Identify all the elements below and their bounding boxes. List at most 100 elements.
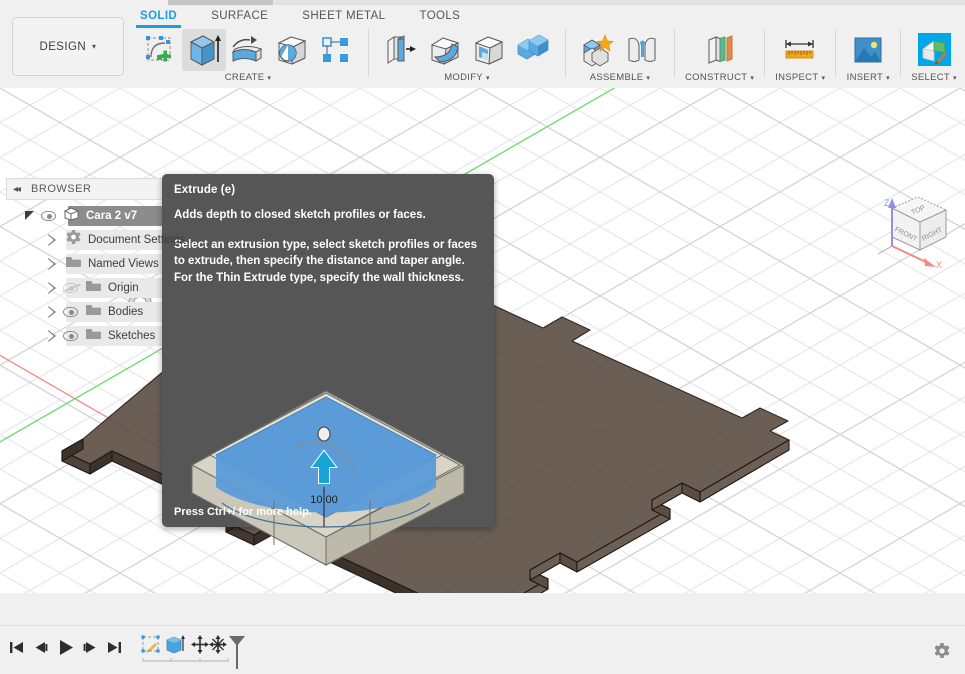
visibility-eye-icon[interactable] <box>41 209 58 223</box>
extrude-icon <box>189 35 221 66</box>
rotation-handle <box>317 426 331 442</box>
press-pull-icon <box>387 35 416 64</box>
joint-button[interactable] <box>620 29 664 71</box>
panel-divider <box>565 29 566 77</box>
select-paint-icon <box>918 33 952 66</box>
panel-inspect: INSPECT ▾ <box>769 29 831 89</box>
shell-button[interactable] <box>467 29 511 71</box>
timeline-move-copy-feature[interactable] <box>209 635 227 654</box>
ribbon: DESIGN ▾ SOLID SURFACE SHEET METAL TOOLS <box>0 5 965 88</box>
select-button[interactable] <box>912 29 956 71</box>
create-sketch-button[interactable] <box>138 29 182 71</box>
timeline-sketch-feature[interactable] <box>141 635 160 653</box>
tooltip-footer: Press Ctrl+/ for more help. <box>174 506 312 518</box>
panel-modify: MODIFY ▾ <box>373 29 561 89</box>
browser-title: BROWSER <box>31 183 92 195</box>
new-component-button[interactable] <box>576 29 620 71</box>
gear-icon <box>65 229 82 251</box>
folder-icon <box>65 255 82 274</box>
visibility-eye-icon[interactable] <box>63 305 80 319</box>
extrude-tooltip: Extrude (e) Adds depth to closed sketch … <box>162 174 494 566</box>
chevron-down-icon: ▾ <box>646 75 651 82</box>
insert-image-icon <box>854 37 882 63</box>
measure-button[interactable] <box>778 29 822 71</box>
tree-item-label: Bodies <box>108 306 144 318</box>
sweep-button[interactable] <box>270 29 314 71</box>
axis-z-label: Z <box>884 198 890 208</box>
gear-icon <box>934 643 950 658</box>
panel-construct: CONSTRUCT ▾ <box>679 29 760 89</box>
tooltip-lead: Adds depth to closed sketch profiles or … <box>174 209 426 221</box>
sweep-icon <box>277 36 307 65</box>
combine-button[interactable] <box>511 29 555 71</box>
panel-label-insert[interactable]: INSERT ▾ <box>847 72 890 83</box>
workspace-label: DESIGN <box>39 40 87 53</box>
collapse-panel-icon[interactable]: ◂◂ <box>13 184 21 195</box>
panel-divider <box>835 29 837 77</box>
revolve-button[interactable] <box>226 29 270 71</box>
chevron-down-icon: ▾ <box>750 75 755 82</box>
panel-label-modify[interactable]: MODIFY ▾ <box>444 72 490 83</box>
ribbon-panels: CREATE ▾ MODIFY ▾ ASSEMBLE ▾ CONSTRUCT ▾… <box>132 29 963 89</box>
revolve-icon <box>231 36 263 62</box>
joint-icon <box>628 37 656 62</box>
expander-expand-icon[interactable] <box>46 306 57 318</box>
panel-divider <box>764 29 766 77</box>
chevron-down-icon: ▾ <box>267 75 272 82</box>
insert-image-button[interactable] <box>846 29 890 71</box>
timeline-settings-button[interactable] <box>929 638 955 664</box>
timeline-move-feature[interactable] <box>191 635 209 654</box>
panel-create: CREATE ▾ <box>132 29 364 89</box>
view-cube[interactable]: TOP FRONT RIGHT Z X <box>872 184 962 272</box>
jump-end-button[interactable] <box>106 639 123 661</box>
tab-solid[interactable]: SOLID <box>135 7 182 28</box>
press-pull-button[interactable] <box>379 29 423 71</box>
tab-surface[interactable]: SURFACE <box>211 7 268 28</box>
workspace-switcher-button[interactable]: DESIGN ▾ <box>12 17 124 76</box>
extrude-button[interactable] <box>182 29 226 71</box>
expander-expand-icon[interactable] <box>46 234 57 246</box>
panel-label-select[interactable]: SELECT ▾ <box>911 72 957 83</box>
visibility-eye-off-icon[interactable] <box>62 281 81 295</box>
timeline-end-marker[interactable] <box>229 636 245 669</box>
timeline-playback-controls <box>8 638 123 662</box>
chevron-down-icon: ▾ <box>485 75 490 82</box>
measure-icon <box>785 40 814 59</box>
panel-label-inspect[interactable]: INSPECT ▾ <box>775 72 825 83</box>
pattern-button[interactable] <box>314 29 358 71</box>
offset-plane-button[interactable] <box>698 29 742 71</box>
tree-item-label: Named Views <box>88 258 159 270</box>
expander-expand-icon[interactable] <box>46 258 57 270</box>
step-forward-button[interactable] <box>82 639 99 661</box>
panel-select: SELECT ▾ <box>905 29 963 89</box>
play-button[interactable] <box>56 638 75 662</box>
jump-start-button[interactable] <box>8 639 25 661</box>
extrude-distance-label: 10.00 <box>310 494 338 506</box>
tab-sheet-metal[interactable]: SHEET METAL <box>302 7 385 28</box>
visibility-eye-icon[interactable] <box>63 329 80 343</box>
expander-expand-icon[interactable] <box>46 282 57 294</box>
panel-assemble: ASSEMBLE ▾ <box>570 29 670 89</box>
chevron-down-icon: ▾ <box>953 75 957 82</box>
expander-expand-icon[interactable] <box>46 330 57 342</box>
panel-label-create[interactable]: CREATE ▾ <box>225 72 271 83</box>
folder-icon <box>85 303 102 322</box>
extrude-illustration: 10.00 <box>190 390 465 566</box>
tree-item-label: Sketches <box>108 330 156 342</box>
tooltip-body: Select an extrusion type, select sketch … <box>174 238 477 284</box>
step-back-button[interactable] <box>32 639 49 661</box>
viewport-3d[interactable]: TOP FRONT RIGHT Z X ◂◂ BROWSER Cara 2 v7… <box>0 88 965 593</box>
tree-item-label: Document Settings <box>88 234 186 246</box>
timeline-features <box>141 635 245 669</box>
expander-collapse-icon[interactable] <box>24 210 37 222</box>
panel-insert: INSERT ▾ <box>840 29 896 89</box>
chevron-down-icon: ▾ <box>92 42 97 51</box>
fillet-button[interactable] <box>423 29 467 71</box>
pattern-icon <box>322 37 348 62</box>
timeline-extrude-feature[interactable] <box>166 635 185 654</box>
tab-tools[interactable]: TOOLS <box>419 7 460 28</box>
panel-divider <box>900 29 902 77</box>
panel-label-assemble[interactable]: ASSEMBLE ▾ <box>590 72 650 83</box>
panel-label-construct[interactable]: CONSTRUCT ▾ <box>685 72 754 83</box>
combine-icon <box>517 34 549 60</box>
